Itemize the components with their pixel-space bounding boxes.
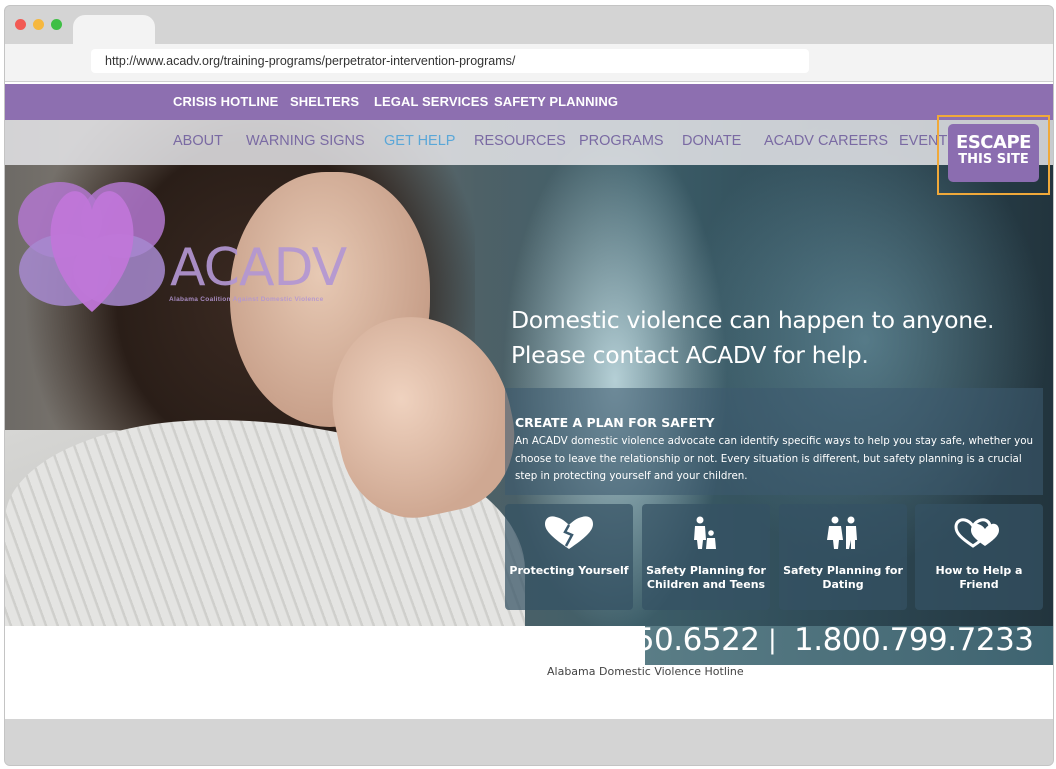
top-nav-shelters[interactable]: SHELTERS	[290, 94, 359, 109]
logo-wordmark[interactable]: ACADV	[170, 238, 347, 298]
hero-section: ACADV Alabama Coalition Against Domestic…	[5, 120, 1053, 678]
acadv-logo-icon[interactable]	[15, 170, 169, 315]
nav-donate[interactable]: DONATE	[682, 133, 741, 149]
card-children-teens[interactable]: Safety Planning for Children and Teens	[642, 504, 770, 610]
card-label: How to Help a Friend	[935, 564, 1023, 591]
safety-plan-body: An ACADV domestic violence advocate can …	[515, 435, 1034, 482]
card-help-friend[interactable]: How to Help a Friend	[915, 504, 1043, 610]
top-nav-crisis-hotline[interactable]: CRISIS HOTLINE	[173, 94, 278, 109]
headline-line-2: Please contact ACADV for help.	[511, 341, 869, 369]
nav-get-help[interactable]: GET HELP	[384, 133, 455, 149]
logo-subtitle: Alabama Coalition Against Domestic Viole…	[169, 296, 324, 303]
nav-about[interactable]: ABOUT	[173, 133, 223, 149]
nav-resources[interactable]: RESOURCES	[474, 133, 566, 149]
safety-plan-title: CREATE A PLAN FOR SAFETY	[515, 415, 715, 430]
browser-toolbar: http://www.acadv.org/training-programs/p…	[5, 44, 1053, 82]
parent-child-icon	[694, 516, 716, 549]
address-bar[interactable]: http://www.acadv.org/training-programs/p…	[91, 49, 809, 73]
maximize-window-icon[interactable]	[51, 19, 62, 30]
hotline-separator: |	[768, 625, 777, 655]
page-viewport: CRISIS HOTLINE SHELTERS LEGAL SERVICES S…	[5, 82, 1053, 719]
nav-warning-signs[interactable]: WARNING SIGNS	[246, 133, 365, 149]
escape-line-1: ESCAPE	[956, 132, 1031, 153]
top-nav-legal-services[interactable]: LEGAL SERVICES	[374, 94, 488, 109]
nav-programs[interactable]: PROGRAMS	[579, 133, 664, 149]
browser-tab[interactable]	[73, 15, 155, 47]
close-window-icon[interactable]	[15, 19, 26, 30]
couple-icon	[827, 516, 857, 549]
top-nav-safety-planning[interactable]: SAFETY PLANNING	[494, 94, 618, 109]
escape-site-button[interactable]: ESCAPE THIS SITE	[948, 124, 1039, 182]
browser-window: http://www.acadv.org/training-programs/p…	[4, 5, 1054, 766]
escape-line-2: THIS SITE	[958, 152, 1029, 167]
browser-bottom-area	[5, 719, 1053, 765]
card-label: Safety Planning for Children and Teens	[646, 564, 766, 591]
main-nav-bar: ABOUT WARNING SIGNS GET HELP RESOURCES P…	[5, 120, 1053, 165]
two-hearts-icon	[954, 518, 999, 548]
card-label: Safety Planning for Dating	[783, 564, 903, 591]
nav-acadv-careers[interactable]: ACADV CAREERS	[764, 133, 888, 149]
minimize-window-icon[interactable]	[33, 19, 44, 30]
card-protecting-yourself[interactable]: Protecting Yourself	[505, 504, 633, 610]
hero-headline: Domestic violence can happen to anyone. …	[511, 303, 994, 373]
broken-heart-icon	[545, 516, 593, 549]
national-hotline-label: National Domestic Violence Hotline	[817, 665, 1012, 678]
card-dating[interactable]: Safety Planning for Dating	[779, 504, 907, 610]
state-hotline-number[interactable]: 1.800.650.6522	[520, 622, 760, 658]
state-hotline-label: Alabama Domestic Violence Hotline	[547, 665, 744, 678]
national-hotline-number[interactable]: 1.800.799.7233	[794, 622, 1034, 658]
top-nav-bar: CRISIS HOTLINE SHELTERS LEGAL SERVICES S…	[5, 84, 1053, 120]
card-label: Protecting Yourself	[509, 564, 629, 577]
headline-line-1: Domestic violence can happen to anyone.	[511, 306, 995, 334]
safety-plan-panel: CREATE A PLAN FOR SAFETY An ACADV domest…	[505, 388, 1043, 495]
